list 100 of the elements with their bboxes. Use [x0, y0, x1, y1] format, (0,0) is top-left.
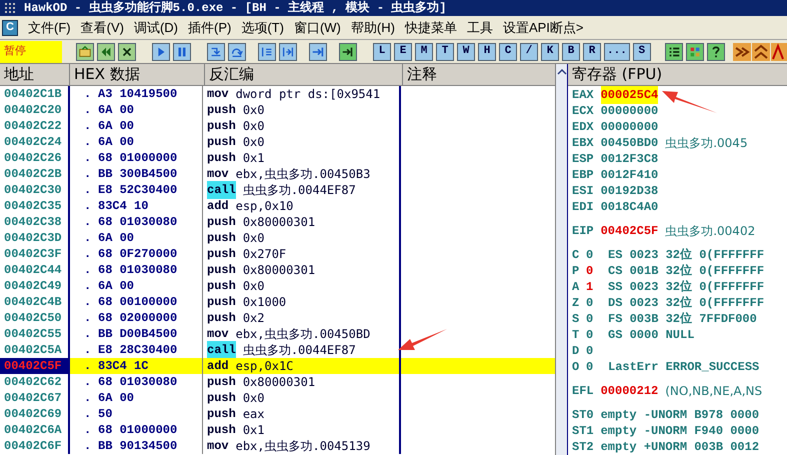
flag-name: T: [572, 327, 580, 344]
column-header[interactable]: 反汇编: [205, 64, 403, 85]
flag-value[interactable]: 1: [586, 278, 608, 296]
mnemonic: push: [207, 310, 236, 327]
register-value[interactable]: 00000212: [600, 382, 658, 400]
hex-cell: 83C4 10: [98, 198, 203, 214]
toolbar-letter-button[interactable]: L: [373, 42, 391, 60]
scroll-up-icon[interactable]: [556, 68, 566, 76]
operands: ebx,虫虫多功.00450B3: [236, 166, 370, 183]
register-value[interactable]: 00450BD0: [600, 134, 658, 152]
code-row[interactable]: 00402C30 . E8 52C30400 call 虫虫多功.0044EF87: [0, 182, 555, 198]
operands: 0x1: [242, 150, 264, 167]
operands: eax: [242, 406, 264, 423]
play-icon[interactable]: [152, 42, 170, 60]
flag-value[interactable]: 0: [586, 294, 608, 312]
flag-name: C: [572, 247, 580, 264]
flag-value[interactable]: 0: [586, 326, 608, 344]
flag-value[interactable]: 0: [586, 310, 608, 328]
toolbar-letter-button[interactable]: K: [541, 42, 559, 60]
segment-info: LastErr ERROR_SUCCESS: [608, 359, 760, 376]
mnemonic: push: [207, 406, 236, 423]
column-header[interactable]: 地址: [0, 64, 70, 85]
menu-item[interactable]: 帮助(H): [350, 18, 395, 38]
register-comment: 虫虫多功.0045: [665, 135, 748, 152]
register-value[interactable]: 00000000: [600, 102, 658, 120]
flag-value[interactable]: 0: [586, 246, 608, 264]
pause-icon[interactable]: [173, 42, 191, 60]
row-marker: .: [84, 182, 92, 199]
mnemonic: mov: [207, 438, 229, 455]
toolbar-letter-button[interactable]: /: [520, 42, 538, 60]
register-name: ECX: [572, 103, 594, 120]
register-value[interactable]: 0012F410: [600, 166, 658, 184]
help-icon[interactable]: [706, 42, 725, 60]
operands: 0x80000301: [242, 262, 316, 279]
register-name: ST1: [572, 423, 594, 440]
row-marker: .: [84, 118, 92, 135]
register-name: ST2: [572, 439, 594, 455]
column-header[interactable]: 注释: [403, 64, 555, 85]
toolbar-letter-button[interactable]: R: [583, 42, 601, 60]
operands: ebx,虫虫多功.0045139: [236, 438, 370, 455]
register-name: ESI: [572, 183, 594, 200]
toolbar-letter-button[interactable]: E: [394, 42, 412, 60]
menu-item[interactable]: 调试(D): [134, 18, 178, 38]
column-header[interactable]: HEX 数据: [70, 64, 205, 85]
row-marker: .: [84, 422, 92, 439]
register-value[interactable]: 00192D38: [600, 182, 658, 200]
register-value[interactable]: 00402C5F: [600, 222, 658, 240]
register-value[interactable]: 00000000: [600, 118, 658, 136]
mnemonic: push: [207, 246, 236, 263]
hex-cell: BB 300B4500: [98, 166, 203, 182]
list-icon[interactable]: [664, 42, 683, 60]
hex-cell: 68 02000000: [98, 310, 203, 326]
toolbar-letter-button[interactable]: ...: [604, 42, 630, 60]
menu-item[interactable]: 设置API断点>: [502, 18, 584, 38]
register-name: ESP: [572, 151, 594, 168]
segment-info: GS 0000 NULL: [608, 327, 694, 344]
register-value[interactable]: 000025C4: [600, 86, 658, 104]
code-row[interactable]: 00402C5F . 83C4 1C add esp,0x1C: [0, 358, 555, 374]
mnemonic: push: [207, 262, 236, 279]
menu-item[interactable]: 快捷菜单: [404, 18, 457, 38]
row-marker: .: [84, 262, 92, 279]
operands: 0x0: [242, 118, 264, 135]
menu-item[interactable]: 选项(T): [241, 18, 284, 38]
row-marker: .: [84, 150, 92, 167]
rewind-icon[interactable]: [97, 42, 115, 60]
hex-cell: BB D00B4500: [98, 326, 203, 342]
hex-cell: 68 01030080: [98, 262, 203, 278]
register-value: empty +UNORM 003B 0012: [600, 439, 760, 455]
menu-item[interactable]: 查看(V): [80, 18, 124, 38]
toolbar-letter-button[interactable]: C: [499, 42, 517, 60]
hex-cell: 6A 00: [98, 230, 203, 246]
goto-icon[interactable]: [339, 42, 357, 60]
register-name: EDX: [572, 119, 594, 136]
operands: 虫虫多功.0044EF87: [242, 342, 356, 359]
flag-value[interactable]: 0: [586, 358, 608, 376]
hex-cell: E8 52C30400: [98, 182, 203, 198]
open-icon[interactable]: [76, 42, 94, 60]
register-value[interactable]: 0018C4A0: [600, 198, 658, 216]
code-row[interactable]: 00402C6F . BB 90134500 mov ebx,虫虫多功.0045139: [0, 438, 555, 454]
close-icon[interactable]: [118, 42, 136, 60]
menu-item[interactable]: 窗口(W): [294, 18, 341, 38]
operands: 0x0: [242, 390, 264, 407]
row-marker: .: [84, 438, 92, 455]
grid-icon[interactable]: [686, 42, 704, 60]
flag-value[interactable]: 0: [586, 262, 608, 280]
toolbar-letter-button[interactable]: B: [562, 42, 580, 60]
toolbar-letter-button[interactable]: H: [478, 42, 496, 60]
flag-value[interactable]: 0: [586, 342, 608, 360]
toolbar-letter-button[interactable]: W: [457, 42, 475, 60]
toolbar-letter-button[interactable]: T: [436, 42, 454, 60]
menu-logo[interactable]: C: [2, 20, 18, 36]
register-value[interactable]: 0012F3C8: [600, 150, 658, 168]
hex-cell: 68 0F270000: [98, 246, 203, 262]
row-marker: .: [84, 86, 92, 103]
menu-item[interactable]: 文件(F): [28, 18, 71, 38]
toolbar-letter-button[interactable]: M: [415, 42, 433, 60]
menu-item[interactable]: 工具: [466, 18, 493, 38]
menu-item[interactable]: 插件(P): [188, 18, 232, 38]
toolbar-letter-button[interactable]: S: [632, 42, 651, 60]
register-value: empty -UNORM F940 0000: [600, 423, 760, 440]
